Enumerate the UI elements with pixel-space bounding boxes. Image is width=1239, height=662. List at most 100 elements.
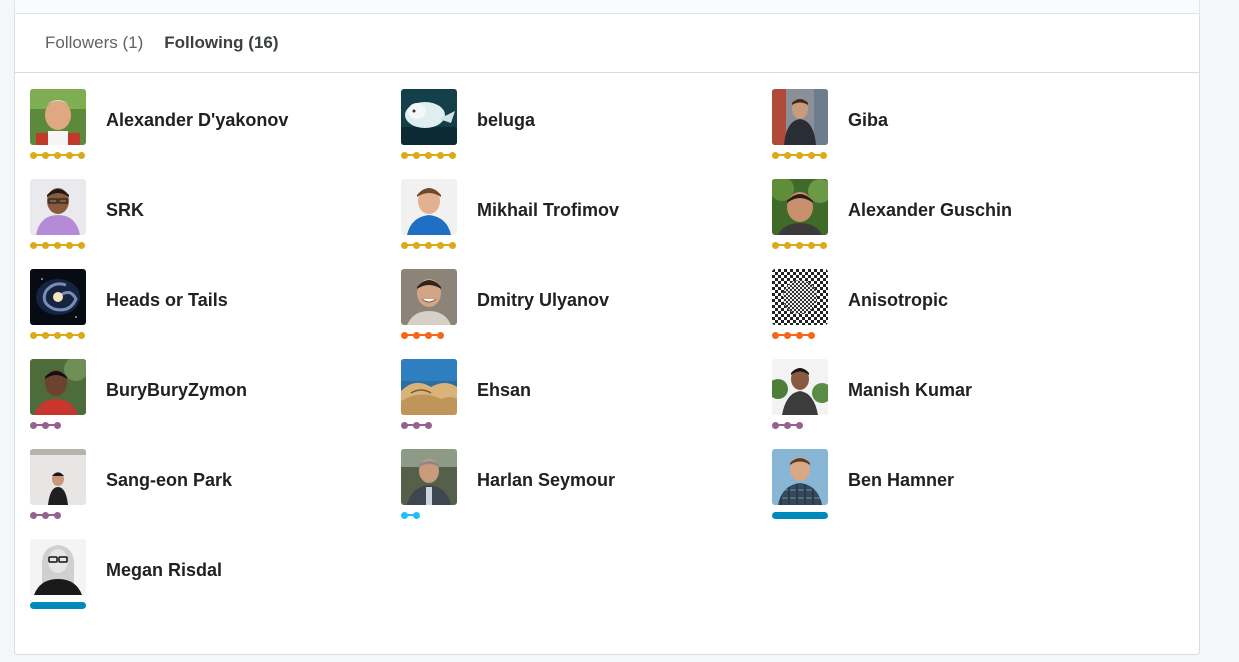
person-whiteboard-avatar[interactable] <box>30 449 86 505</box>
tier-dot <box>42 241 49 249</box>
tier-dot <box>808 151 815 159</box>
tier-dot <box>413 511 420 519</box>
tier-dot <box>449 241 456 249</box>
tier-dot <box>30 331 37 339</box>
tier-dot <box>784 421 791 429</box>
tier-dot <box>54 331 61 339</box>
user-name[interactable]: Ben Hamner <box>848 470 954 491</box>
user-name[interactable]: Giba <box>848 110 888 131</box>
tier-line <box>404 334 441 336</box>
person-street-avatar[interactable] <box>772 89 828 145</box>
person-plaid-shirt-avatar[interactable] <box>772 449 828 505</box>
expert-tier-indicator <box>772 421 803 429</box>
tier-dot <box>78 331 85 339</box>
user-card[interactable]: beluga <box>401 89 772 179</box>
tier-dots <box>401 421 432 429</box>
optical-pattern-avatar[interactable] <box>772 269 828 325</box>
user-card[interactable]: Dmitry Ulyanov <box>401 269 772 359</box>
user-name[interactable]: Harlan Seymour <box>477 470 615 491</box>
tier-dot <box>449 151 456 159</box>
user-card[interactable]: Harlan Seymour <box>401 449 772 539</box>
beluga-whale-avatar[interactable] <box>401 89 457 145</box>
tier-dot <box>796 151 803 159</box>
tier-dot <box>30 511 37 519</box>
tab-followers[interactable]: Followers (1) <box>45 33 143 53</box>
staff-tier-indicator <box>30 601 86 609</box>
tier-dots <box>30 241 85 249</box>
tier-dot <box>784 241 791 249</box>
user-card[interactable]: Ehsan <box>401 359 772 449</box>
grandmaster-tier-indicator <box>30 241 85 249</box>
user-card[interactable]: Mikhail Trofimov <box>401 179 772 269</box>
person-bw-glasses-avatar[interactable] <box>30 539 86 595</box>
user-name[interactable]: Dmitry Ulyanov <box>477 290 609 311</box>
user-name[interactable]: Megan Risdal <box>106 560 222 581</box>
user-card[interactable]: Ben Hamner <box>772 449 1143 539</box>
user-name[interactable]: beluga <box>477 110 535 131</box>
user-name[interactable]: Anisotropic <box>848 290 948 311</box>
person-blue-shirt-avatar[interactable] <box>401 179 457 235</box>
tier-dot <box>796 241 803 249</box>
person-glasses-avatar[interactable] <box>30 179 86 235</box>
master-tier-indicator <box>401 331 444 339</box>
tier-dot <box>30 241 37 249</box>
tier-dot <box>66 151 73 159</box>
tier-dot <box>796 421 803 429</box>
tier-dot <box>401 331 408 339</box>
user-name[interactable]: Alexander Guschin <box>848 200 1012 221</box>
spiral-galaxy-avatar[interactable] <box>30 269 86 325</box>
tier-dot <box>808 331 815 339</box>
grandmaster-tier-indicator <box>30 151 85 159</box>
grandmaster-tier-indicator <box>772 151 827 159</box>
user-card[interactable]: SRK <box>30 179 401 269</box>
tier-bar <box>30 601 86 609</box>
user-name[interactable]: BuryBuryZymon <box>106 380 247 401</box>
tier-dot <box>772 331 779 339</box>
user-name[interactable]: Heads or Tails <box>106 290 228 311</box>
tier-dot <box>42 511 49 519</box>
staff-tier-indicator <box>772 511 828 519</box>
user-name[interactable]: Ehsan <box>477 380 531 401</box>
user-card[interactable]: Heads or Tails <box>30 269 401 359</box>
user-name[interactable]: Alexander D'yakonov <box>106 110 288 131</box>
tier-dot <box>784 331 791 339</box>
tier-dot <box>784 151 791 159</box>
user-name[interactable]: Mikhail Trofimov <box>477 200 619 221</box>
tier-dot <box>772 241 779 249</box>
user-name[interactable]: Sang-eon Park <box>106 470 232 491</box>
tier-dot <box>820 151 827 159</box>
tier-dot <box>401 421 408 429</box>
tier-dot <box>66 331 73 339</box>
person-outdoor-avatar[interactable] <box>401 449 457 505</box>
tier-dots <box>401 331 444 339</box>
person-helmet-avatar[interactable] <box>30 89 86 145</box>
person-smiling-avatar[interactable] <box>401 269 457 325</box>
person-red-shirt-avatar[interactable] <box>30 359 86 415</box>
user-card[interactable]: Sang-eon Park <box>30 449 401 539</box>
tier-dot <box>78 241 85 249</box>
tier-dot <box>54 151 61 159</box>
tab-following[interactable]: Following (16) <box>164 33 278 53</box>
desert-dunes-avatar[interactable] <box>401 359 457 415</box>
tier-dot <box>78 151 85 159</box>
tier-dot <box>30 151 37 159</box>
user-card[interactable]: Anisotropic <box>772 269 1143 359</box>
user-card[interactable]: Alexander Guschin <box>772 179 1143 269</box>
user-card[interactable]: BuryBuryZymon <box>30 359 401 449</box>
user-name[interactable]: SRK <box>106 200 144 221</box>
tier-dot <box>30 421 37 429</box>
user-card[interactable]: Manish Kumar <box>772 359 1143 449</box>
user-card[interactable]: Megan Risdal <box>30 539 401 629</box>
tier-dot <box>772 421 779 429</box>
user-name[interactable]: Manish Kumar <box>848 380 972 401</box>
tier-dot <box>401 241 408 249</box>
grandmaster-tier-indicator <box>30 331 85 339</box>
tier-dot <box>437 331 444 339</box>
grandmaster-tier-indicator <box>401 241 456 249</box>
user-card[interactable]: Alexander D'yakonov <box>30 89 401 179</box>
tier-dot <box>425 421 432 429</box>
user-card[interactable]: Giba <box>772 89 1143 179</box>
person-trees-avatar[interactable] <box>772 179 828 235</box>
person-garden-avatar[interactable] <box>772 359 828 415</box>
tier-dots <box>772 151 827 159</box>
